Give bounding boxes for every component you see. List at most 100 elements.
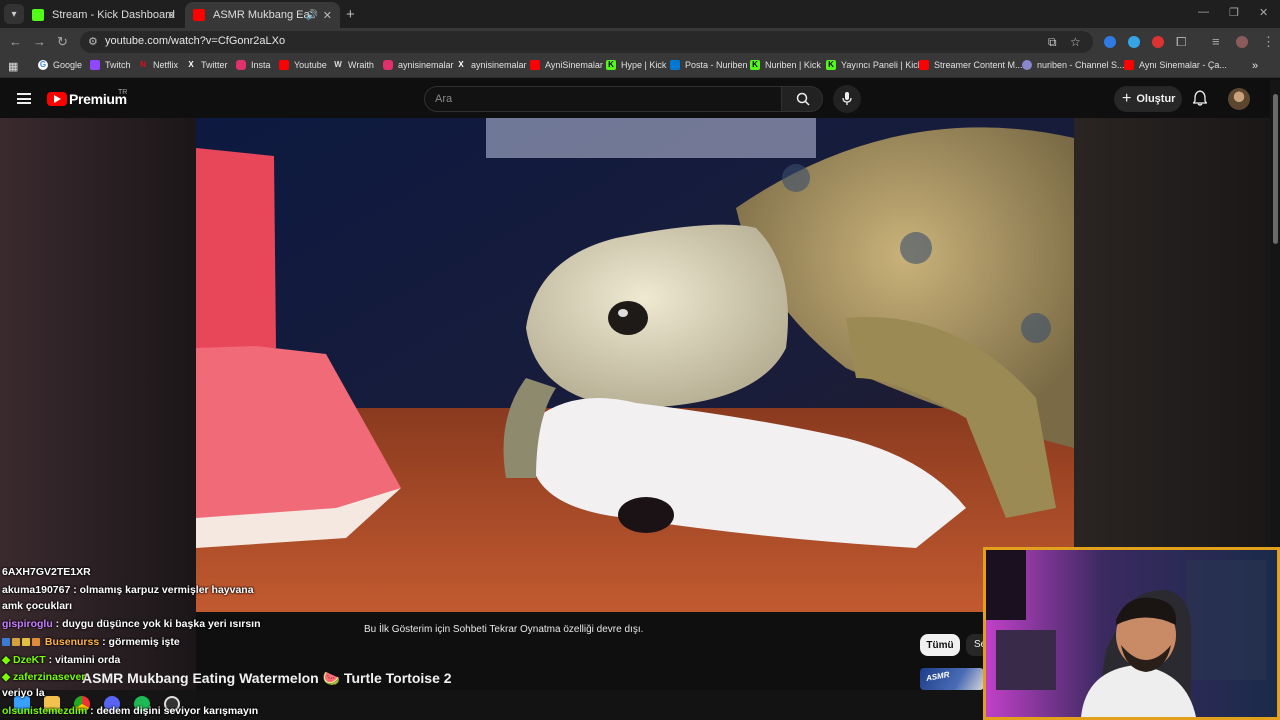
scrollbar-thumb[interactable]	[1273, 94, 1278, 244]
create-label: Oluştur	[1136, 93, 1176, 105]
chip-all[interactable]: Tümü	[920, 634, 960, 656]
video-player[interactable]	[196, 118, 1074, 612]
hamburger-menu-icon[interactable]	[17, 93, 31, 104]
bookmark-nuriben-channel[interactable]: nuriben - Channel S...	[1022, 60, 1125, 70]
search-input[interactable]: Ara	[424, 86, 782, 112]
search-button[interactable]	[781, 86, 823, 112]
tab-youtube-video[interactable]: ASMR Mukbang Eating Wa 🔊 ✕	[185, 2, 340, 28]
kick-icon: K	[826, 60, 836, 70]
extensions-puzzle-icon[interactable]: ⧠	[1176, 34, 1186, 50]
close-icon[interactable]: ✕	[323, 9, 332, 22]
ambient-right	[1074, 118, 1270, 548]
instagram-icon	[383, 60, 393, 70]
bookmark-insta[interactable]: Insta	[236, 60, 271, 70]
netflix-icon: N	[140, 60, 146, 69]
diamond-badge-icon: ◆	[2, 671, 13, 683]
chat-message: : dedem dişini seviyor karışmayın	[87, 705, 259, 717]
bookmarks-overflow-icon[interactable]: »	[1252, 60, 1258, 72]
bookmark-youtube[interactable]: Youtube	[279, 60, 327, 70]
new-tab-button[interactable]: +	[346, 6, 355, 23]
reload-icon[interactable]: ↻	[57, 34, 68, 50]
instagram-icon	[236, 60, 246, 70]
youtube-icon	[919, 60, 929, 70]
chat-line: veriyo la	[2, 687, 45, 699]
tab-title: Stream - Kick Dashboard	[52, 9, 175, 21]
google-icon: G	[38, 60, 48, 70]
tab-search-button[interactable]: ▾	[4, 4, 24, 24]
media-control-icon[interactable]: ≡	[1212, 34, 1220, 49]
account-avatar[interactable]	[1228, 88, 1250, 110]
create-button[interactable]: + Oluştur	[1114, 86, 1182, 112]
close-icon[interactable]: ✕	[167, 9, 176, 22]
bookmark-wraith[interactable]: W Wraith	[333, 60, 374, 70]
extension-shield-icon[interactable]	[1104, 36, 1116, 48]
bookmark-aynisinemalar-yt[interactable]: AyniSinemalar	[530, 60, 603, 70]
speaker-icon[interactable]: 🔊	[306, 10, 318, 21]
chat-replay-disabled-message: Bu İlk Gösterim için Sohbeti Tekrar Oyna…	[364, 624, 644, 635]
notifications-bell-icon[interactable]	[1193, 90, 1207, 106]
search-icon	[796, 92, 810, 106]
minimize-icon[interactable]: —	[1198, 6, 1209, 18]
extension-blue-icon[interactable]	[1128, 36, 1140, 48]
youtube-icon	[279, 60, 289, 70]
youtube-icon	[1124, 60, 1134, 70]
site-info-icon[interactable]: ⚙	[88, 35, 98, 48]
chat-line: olsunistemezdim : dedem dişini seviyor k…	[2, 705, 258, 717]
bookmark-posta[interactable]: Posta - Nuriben	[670, 60, 748, 70]
address-bar[interactable]: ⚙ youtube.com/watch?v=CfGonr2aLXo ⧉ ☆	[80, 31, 1093, 53]
forward-icon[interactable]: →	[33, 34, 46, 49]
chat-line: ◆ DzeKT : vitamini orda	[2, 654, 120, 666]
bookmark-twitch[interactable]: Twitch	[90, 60, 131, 70]
x-icon: X	[188, 60, 194, 69]
url-text[interactable]: youtube.com/watch?v=CfGonr2aLXo	[105, 35, 285, 47]
chat-username: zaferzinasever	[13, 671, 86, 683]
bookmark-streamer-content[interactable]: Streamer Content M...	[919, 60, 1023, 70]
chat-line: amk çocukları	[2, 600, 72, 612]
chat-message: : olmamış karpuz vermişler hayvana	[70, 584, 254, 596]
search-placeholder: Ara	[435, 93, 453, 105]
badge-icon	[22, 638, 30, 646]
chat-line: ◆ zaferzinasever	[2, 671, 85, 683]
bookmark-ayni-sinemalar[interactable]: Aynı Sinemalar - Ça...	[1124, 60, 1227, 70]
kick-icon: K	[750, 60, 760, 70]
recommended-thumbnail[interactable]: ASMR	[920, 668, 984, 690]
profile-icon[interactable]	[1236, 36, 1248, 48]
chat-line: gispiroglu : duygu düşünce yok ki başka …	[2, 618, 261, 630]
tab-kick-dashboard[interactable]: Stream - Kick Dashboard ✕	[24, 2, 184, 28]
chat-username: olsunistemezdim	[2, 705, 88, 717]
webcam-feed	[986, 550, 1277, 717]
bookmark-star-icon[interactable]: ☆	[1070, 35, 1081, 49]
maximize-icon[interactable]: ❐	[1229, 6, 1239, 19]
chat-line: Busenurss : görmemiş işte	[2, 636, 180, 648]
chat-message: amk çocukları	[2, 600, 73, 612]
video-frame-tortoise	[196, 118, 1074, 612]
x-icon: X	[458, 60, 464, 69]
youtube-header: Premium TR Ara + Oluştur	[0, 80, 1280, 118]
chat-username: 6AXH7GV2TE1XR	[2, 566, 91, 578]
bookmark-nuriben-kick[interactable]: K Nuriben | Kick	[750, 60, 821, 70]
close-window-icon[interactable]: ✕	[1259, 6, 1268, 19]
kick-icon: K	[606, 60, 616, 70]
bookmark-yayinci-paneli[interactable]: K Yayıncı Paneli | Kick	[826, 60, 922, 70]
tab-title: ASMR Mukbang Eating Wa	[213, 9, 313, 21]
wraith-icon: W	[334, 60, 342, 69]
bookmark-aynisinemalar-insta[interactable]: aynisinemalar	[383, 60, 454, 70]
country-code: TR	[118, 89, 128, 96]
tab-strip: ▾ Stream - Kick Dashboard ✕ ASMR Mukbang…	[0, 0, 1280, 28]
outlook-icon	[670, 60, 680, 70]
voice-search-button[interactable]	[833, 85, 861, 113]
webcam-overlay	[983, 547, 1280, 720]
twitch-icon	[90, 60, 100, 70]
youtube-logo-icon[interactable]	[47, 92, 67, 106]
extension-red-icon[interactable]	[1152, 36, 1164, 48]
install-app-icon[interactable]: ⧉	[1048, 35, 1057, 50]
back-icon[interactable]: ←	[9, 34, 22, 49]
apps-grid-icon[interactable]: ▦	[8, 60, 18, 73]
chat-message: : duygu düşünce yok ki başka yeri ısırsı…	[52, 618, 261, 630]
bookmark-google[interactable]: G Google	[38, 60, 82, 70]
bookmark-twitter[interactable]: X Twitter	[186, 60, 227, 70]
menu-kebab-icon[interactable]: ⋮	[1262, 34, 1275, 50]
bookmark-aynisinemalar-x[interactable]: Xaynisinemalar	[456, 60, 526, 70]
bookmark-hype-kick[interactable]: K Hype | Kick	[606, 60, 666, 70]
bookmark-netflix[interactable]: N Netflix	[138, 60, 178, 70]
